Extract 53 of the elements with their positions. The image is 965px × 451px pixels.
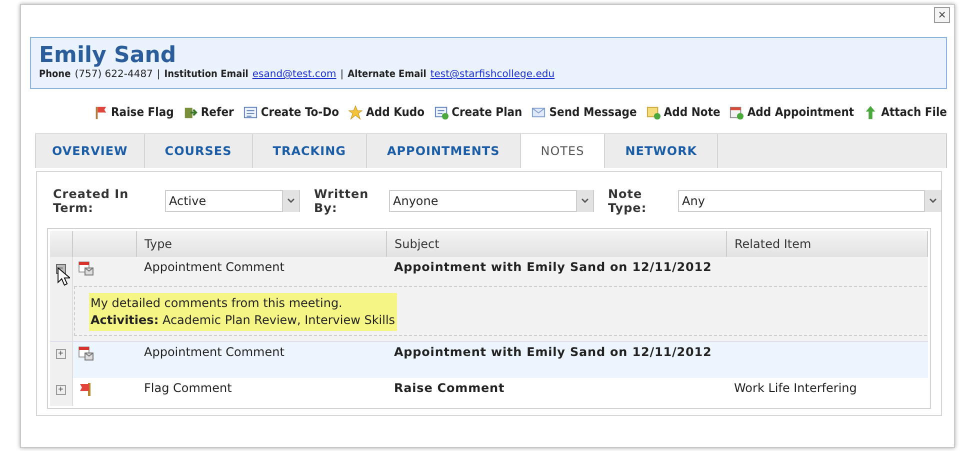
action-button[interactable]: Refer <box>182 104 234 120</box>
column-header[interactable]: Related Item <box>726 231 928 257</box>
student-name: Emily Sand <box>39 44 178 68</box>
kudo-icon <box>348 104 363 120</box>
filter-label: Note Type: <box>607 187 648 215</box>
action-button[interactable]: Raise Flag <box>92 104 174 120</box>
filter-label: Written By: <box>313 187 370 215</box>
filter-dropdown[interactable]: Any <box>678 190 942 212</box>
dropdown-arrow-icon <box>924 190 941 212</box>
filter-dropdown[interactable]: Active <box>165 190 300 212</box>
table-cell: Work Life Interfering <box>734 381 857 395</box>
tab[interactable]: NOTES <box>520 134 606 168</box>
table-cell: Appointment with Emily Sand on 12/11/2012 <box>386 342 726 378</box>
todo-icon <box>242 104 258 120</box>
table-cell: Appointment with Emily Sand on 12/11/2012 <box>386 257 726 285</box>
action-button[interactable]: Add Note <box>646 104 720 120</box>
email-link[interactable]: esand@test.com <box>252 69 336 80</box>
column-header[interactable]: Subject <box>386 231 726 257</box>
mouse-pointer-icon <box>57 267 70 287</box>
expand-toggle[interactable]: + <box>56 348 66 358</box>
activities-text: Activities: Academic Plan Review, Interview Skills <box>90 312 396 329</box>
email-link[interactable]: test@starfishcollege.edu <box>430 69 555 80</box>
column-header[interactable]: Type <box>136 231 386 257</box>
table-cell: Appointment Comment <box>136 257 386 285</box>
contact-label: Phone <box>39 69 71 80</box>
table-cell: Raise Comment <box>386 378 726 406</box>
filter-dropdown[interactable]: Anyone <box>389 190 594 212</box>
calendar-icon <box>78 260 94 276</box>
note-icon <box>646 104 661 120</box>
action-button[interactable]: Create Plan <box>434 104 522 120</box>
separator: | <box>156 69 160 80</box>
contact-label: Institution Email <box>164 69 248 80</box>
action-button[interactable]: Send Message <box>531 104 637 120</box>
comment-text: My detailed comments from this meeting. <box>90 295 344 312</box>
dropdown-arrow-icon <box>282 190 299 212</box>
table-cell: Flag Comment <box>136 378 386 406</box>
tab[interactable]: OVERVIEW <box>35 134 145 168</box>
appointment-icon <box>729 104 744 120</box>
action-button[interactable]: Create To-Do <box>242 104 339 120</box>
separator: | <box>340 69 344 80</box>
calendar-icon <box>78 345 94 361</box>
action-button[interactable]: Add Kudo <box>348 104 425 120</box>
table-cell: Appointment Comment <box>136 342 386 378</box>
flag-icon <box>78 381 94 397</box>
dropdown-arrow-icon <box>576 190 593 212</box>
filter-label: Created In Term: <box>52 187 130 215</box>
action-button[interactable]: Attach File <box>863 104 947 120</box>
contact-value: (757) 622-4487 <box>74 69 153 80</box>
expand-toggle[interactable]: + <box>56 384 66 394</box>
action-button[interactable]: Add Appointment <box>729 104 854 120</box>
close-button[interactable]: × <box>934 7 950 23</box>
contact-label: Alternate Email <box>348 69 426 80</box>
plan-icon <box>434 104 449 120</box>
